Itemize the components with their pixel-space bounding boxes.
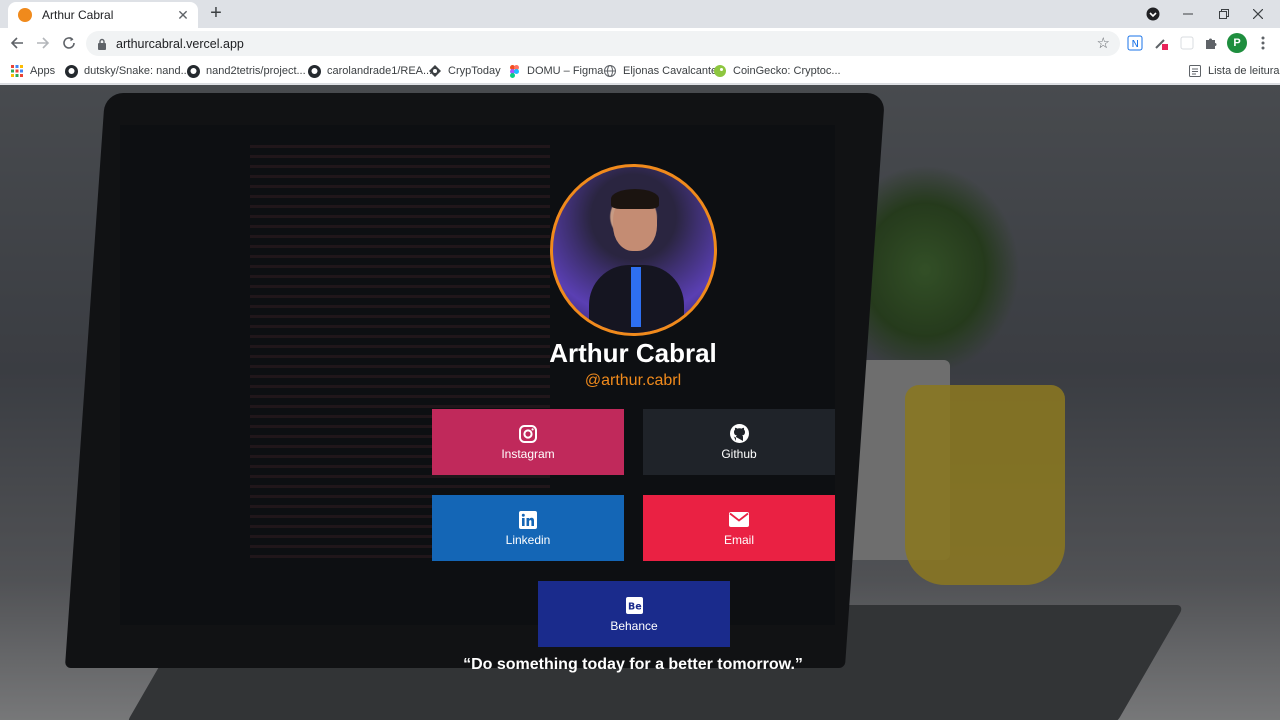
bookmark-label: CrypToday xyxy=(448,65,501,77)
behance-icon: Be xyxy=(624,596,644,616)
bookmark-apps[interactable]: Apps xyxy=(10,62,55,80)
lock-icon[interactable] xyxy=(96,38,108,50)
svg-text:Be: Be xyxy=(628,602,642,613)
email-label: Email xyxy=(723,532,754,547)
new-tab-button[interactable]: + xyxy=(204,3,228,25)
bookmark-carolandrade[interactable]: carolandrade1/REA... xyxy=(307,62,432,80)
github-icon xyxy=(729,424,749,444)
github-icon xyxy=(307,64,321,78)
bookmark-label: CoinGecko: Cryptoc... xyxy=(733,65,841,77)
figma-icon xyxy=(507,64,521,78)
reading-list-icon xyxy=(1188,64,1202,78)
linkedin-link-button[interactable]: Linkedin xyxy=(432,495,624,561)
reading-list-label: Lista de leitura xyxy=(1208,65,1280,77)
email-icon xyxy=(729,510,749,530)
profile-avatar[interactable]: P xyxy=(1227,33,1247,53)
bookmark-label: nand2tetris/project... xyxy=(206,65,306,77)
quote-text: “Do something today for a better tomorro… xyxy=(463,656,803,673)
bookmark-label: DOMU – Figma xyxy=(527,65,604,77)
avatar-hair xyxy=(611,189,659,209)
extensions-puzzle-icon[interactable] xyxy=(1202,34,1220,52)
instagram-link-button[interactable]: Instagram xyxy=(432,409,624,475)
avatar-tie xyxy=(631,267,641,327)
crypto-icon xyxy=(428,64,442,78)
bookmark-snake[interactable]: dutsky/Snake: nand... xyxy=(64,62,190,80)
bookmark-label: Eljonas Cavalcante xyxy=(623,65,718,77)
forward-icon[interactable] xyxy=(32,32,54,54)
behance-link-button[interactable]: Be Behance xyxy=(538,581,730,647)
close-tab-icon[interactable]: ✕ xyxy=(174,6,192,24)
browser-toolbar: arthurcabral.vercel.app ☆ N P xyxy=(0,28,1280,58)
instagram-label: Instagram xyxy=(501,446,555,461)
avatar xyxy=(550,164,717,336)
linkedin-icon xyxy=(518,510,538,530)
linkedin-label: Linkedin xyxy=(505,532,551,547)
tab-title: Arthur Cabral xyxy=(42,8,114,22)
github-icon xyxy=(186,64,200,78)
behance-label: Behance xyxy=(610,618,658,633)
minimize-icon[interactable] xyxy=(1176,0,1200,28)
site-favicon-icon xyxy=(18,8,32,22)
svg-text:N: N xyxy=(1132,39,1139,50)
globe-icon xyxy=(603,64,617,78)
profile-handle: @arthur.cabrl xyxy=(584,372,682,389)
bookmark-label: dutsky/Snake: nand... xyxy=(84,65,190,77)
url-text[interactable]: arthurcabral.vercel.app xyxy=(116,37,244,51)
restore-icon[interactable] xyxy=(1212,0,1236,28)
bookmark-coingecko[interactable]: CoinGecko: Cryptoc... xyxy=(713,62,841,80)
bookmark-label: carolandrade1/REA... xyxy=(327,65,433,77)
back-icon[interactable] xyxy=(6,32,28,54)
email-link-button[interactable]: Email xyxy=(643,495,835,561)
extension-dropper-icon[interactable] xyxy=(1152,34,1170,52)
address-bar[interactable]: arthurcabral.vercel.app ☆ xyxy=(86,31,1120,56)
close-window-icon[interactable] xyxy=(1246,0,1270,28)
bookmark-cryptoday[interactable]: CrypToday xyxy=(428,62,501,80)
bookmarks-bar: Apps dutsky/Snake: nand... nand2tetris/p… xyxy=(0,58,1280,84)
tab-strip: Arthur Cabral ✕ + xyxy=(0,0,1280,28)
profile-menu-icon[interactable] xyxy=(1140,0,1166,28)
chrome-menu-icon[interactable] xyxy=(1254,34,1272,52)
github-link-button[interactable]: Github xyxy=(643,409,835,475)
bookmark-eljonas[interactable]: Eljonas Cavalcante xyxy=(603,62,717,80)
profile-name: Arthur Cabral xyxy=(549,338,717,368)
instagram-icon xyxy=(518,424,538,444)
bookmark-label: Apps xyxy=(30,65,56,77)
extension-blank-icon[interactable] xyxy=(1178,34,1196,52)
extension-n-icon[interactable]: N xyxy=(1126,34,1144,52)
bookmark-star-icon[interactable]: ☆ xyxy=(1097,34,1110,52)
coingecko-icon xyxy=(713,64,727,78)
github-label: Github xyxy=(721,446,757,461)
reload-icon[interactable] xyxy=(58,32,80,54)
reading-list-button[interactable]: Lista de leitura xyxy=(1188,62,1280,80)
bookmark-domu-figma[interactable]: DOMU – Figma xyxy=(507,62,603,80)
page-content: Arthur Cabral @arthur.cabrl Instagram Gi… xyxy=(0,85,1280,720)
apps-grid-icon xyxy=(10,64,24,78)
github-icon xyxy=(64,64,78,78)
bookmark-nand2tetris[interactable]: nand2tetris/project... xyxy=(186,62,306,80)
browser-tab[interactable]: Arthur Cabral ✕ xyxy=(8,2,198,28)
